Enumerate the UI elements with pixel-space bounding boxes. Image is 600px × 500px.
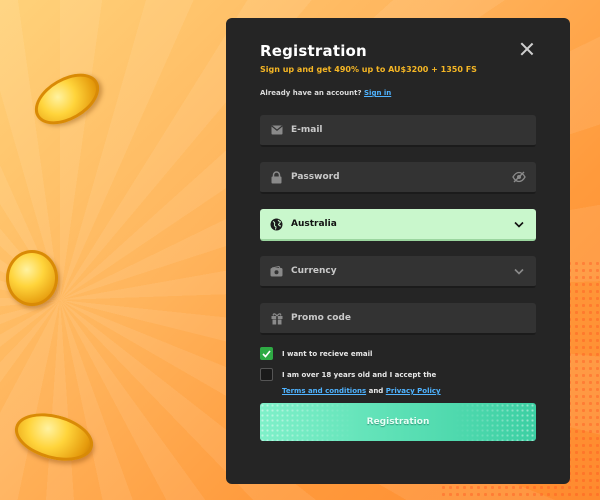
password-field[interactable] <box>260 162 536 194</box>
terms-links: Terms and conditions and Privacy Policy <box>282 387 536 395</box>
currency-placeholder: Currency <box>291 266 337 276</box>
currency-select[interactable]: Currency <box>260 256 536 288</box>
and-text: and <box>368 387 384 395</box>
promo-code-input[interactable] <box>291 313 491 323</box>
gift-icon <box>270 312 283 325</box>
privacy-policy-link[interactable]: Privacy Policy <box>386 387 441 395</box>
email-input[interactable] <box>291 125 491 135</box>
age-terms-checkbox[interactable] <box>260 368 273 381</box>
eye-off-icon[interactable] <box>512 170 526 184</box>
globe-icon <box>270 218 283 231</box>
submit-label: Registration <box>366 417 430 427</box>
modal-title: Registration <box>260 42 367 60</box>
password-input[interactable] <box>291 172 491 182</box>
age-terms-row: I am over 18 years old and I accept the <box>260 368 536 382</box>
registration-modal: Registration Sign up and get 490% up to … <box>226 18 570 484</box>
registration-fields: Australia Currency <box>260 115 536 335</box>
registration-submit-button[interactable]: Registration <box>260 403 536 441</box>
email-opt-in-label: I want to recieve email <box>282 350 373 358</box>
age-terms-label: I am over 18 years old and I accept the <box>282 371 437 379</box>
email-opt-in-checkbox[interactable] <box>260 347 273 360</box>
bonus-offer-text: Sign up and get 490% up to AU$3200 + 135… <box>260 65 477 74</box>
promo-code-field[interactable] <box>260 303 536 335</box>
envelope-icon <box>270 124 283 137</box>
have-account-row: Already have an account? Sign in <box>260 89 536 97</box>
have-account-text: Already have an account? <box>260 89 362 97</box>
chevron-down-icon <box>512 217 526 231</box>
consent-checkboxes: I want to recieve email I am over 18 yea… <box>260 347 536 395</box>
gold-coin-image <box>6 250 58 306</box>
terms-link[interactable]: Terms and conditions <box>282 387 366 395</box>
close-icon[interactable] <box>520 42 534 56</box>
chevron-down-icon <box>512 264 526 278</box>
country-select[interactable]: Australia <box>260 209 536 241</box>
lock-icon <box>270 170 283 184</box>
sign-in-link[interactable]: Sign in <box>364 89 391 97</box>
email-field[interactable] <box>260 115 536 147</box>
email-opt-in-row: I want to recieve email <box>260 347 536 361</box>
country-value: Australia <box>291 219 337 229</box>
checkmark-icon <box>262 349 271 358</box>
wallet-icon <box>270 265 283 278</box>
